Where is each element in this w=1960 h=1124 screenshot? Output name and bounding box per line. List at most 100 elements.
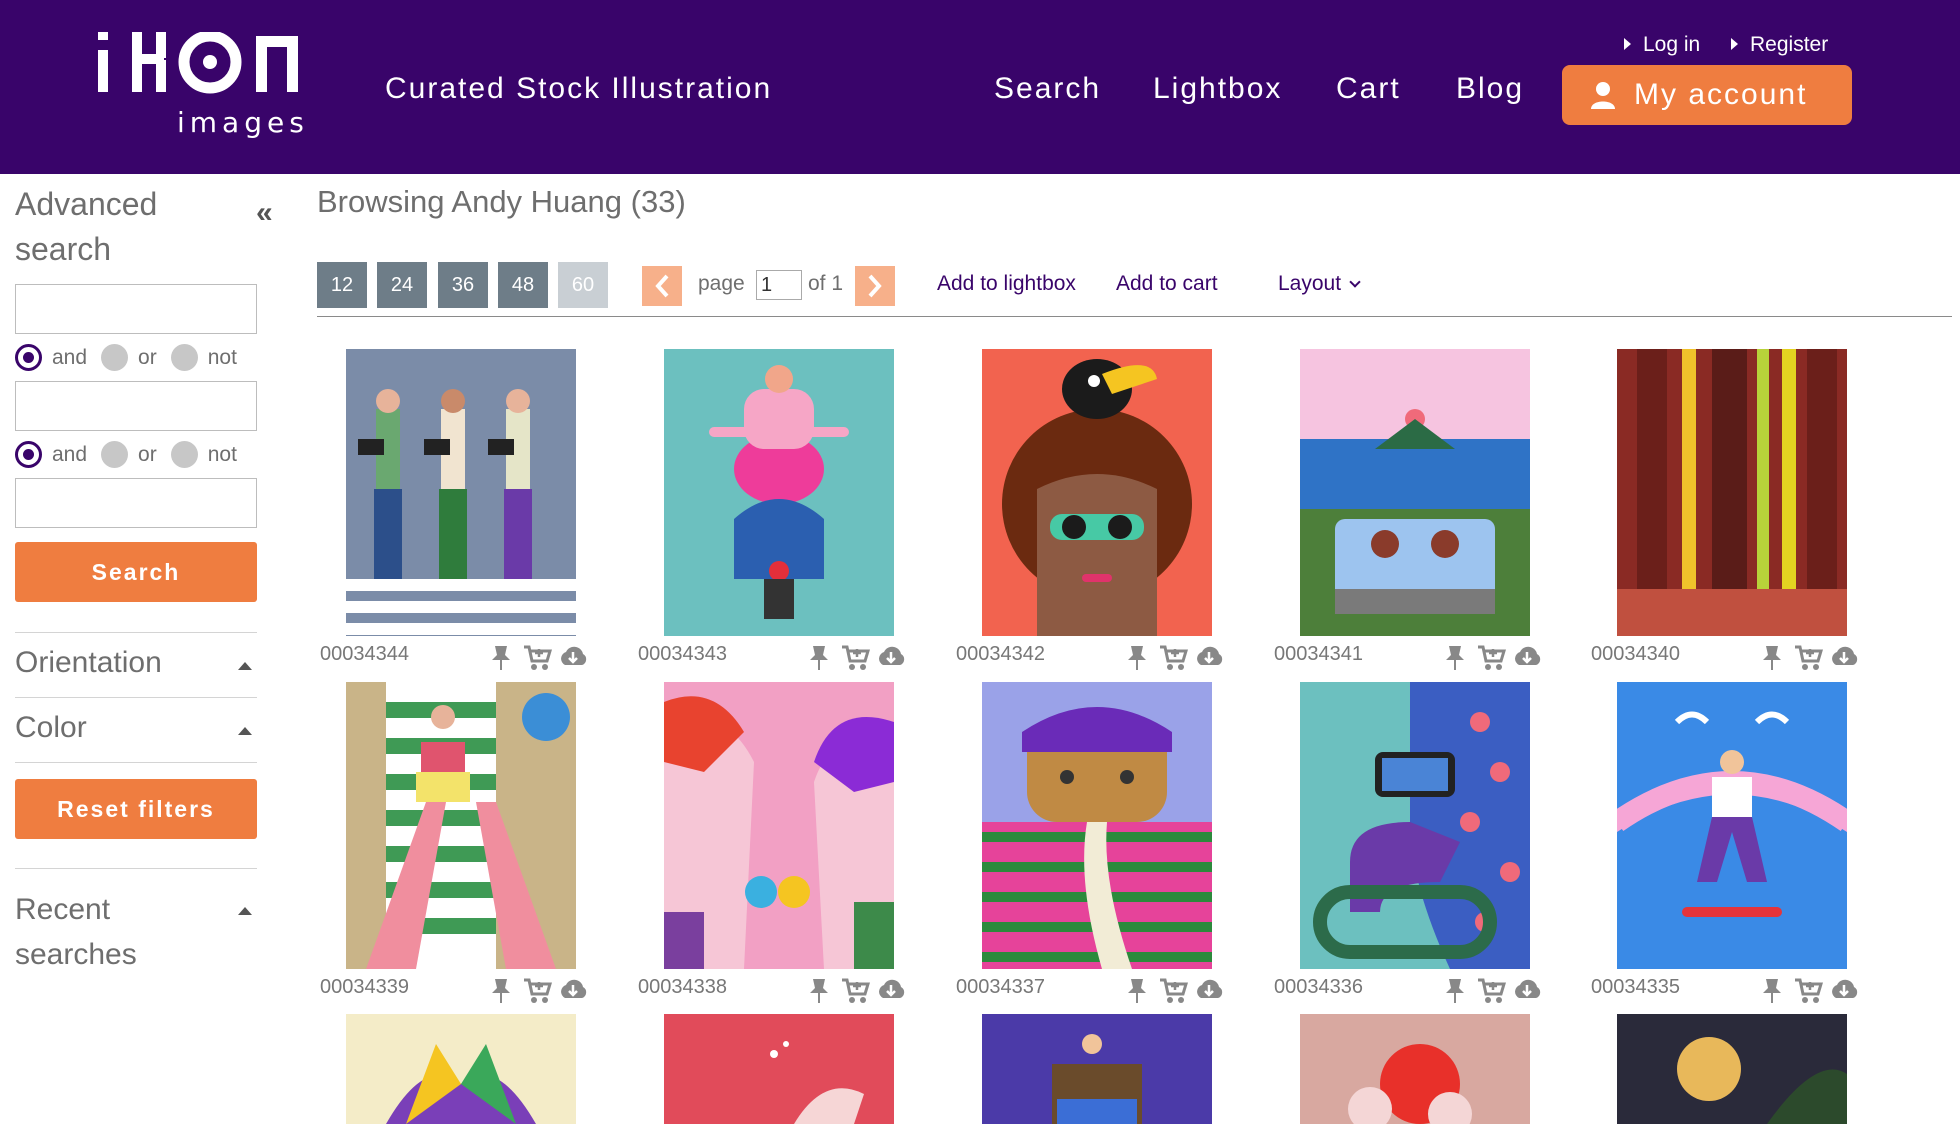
next-page-button[interactable] bbox=[855, 266, 895, 306]
download-icon[interactable] bbox=[876, 643, 906, 671]
radio-or-2[interactable] bbox=[101, 441, 129, 468]
image-id: 00034336 bbox=[1274, 976, 1363, 998]
per-page-36[interactable]: 36 bbox=[438, 262, 488, 308]
cart-icon[interactable] bbox=[1793, 643, 1823, 671]
chevron-up-icon[interactable] bbox=[238, 727, 252, 735]
my-account-button[interactable]: My account bbox=[1562, 65, 1852, 125]
download-icon[interactable] bbox=[1829, 976, 1859, 1004]
illustration-thumbnail[interactable] bbox=[982, 349, 1212, 636]
cart-icon[interactable] bbox=[1476, 643, 1506, 671]
chevron-right-icon bbox=[868, 274, 882, 298]
cart-icon[interactable] bbox=[1158, 643, 1188, 671]
chevron-up-icon[interactable] bbox=[238, 907, 252, 915]
pin-icon[interactable] bbox=[1440, 643, 1470, 671]
download-icon[interactable] bbox=[1194, 976, 1224, 1004]
download-icon[interactable] bbox=[1194, 643, 1224, 671]
radio-and-1[interactable] bbox=[15, 344, 42, 371]
image-meta: 00034342 bbox=[956, 643, 1282, 673]
radio-not-2[interactable] bbox=[170, 441, 198, 468]
illustration-thumbnail[interactable] bbox=[1300, 682, 1530, 969]
pin-icon[interactable] bbox=[804, 976, 834, 1004]
pin-icon[interactable] bbox=[486, 976, 516, 1004]
image-id: 00034340 bbox=[1591, 643, 1680, 665]
orientation-filter[interactable]: Orientation bbox=[15, 646, 162, 680]
pin-icon[interactable] bbox=[1757, 976, 1787, 1004]
pin-icon[interactable] bbox=[1122, 976, 1152, 1004]
divider bbox=[15, 762, 257, 763]
add-to-cart-link[interactable]: Add to cart bbox=[1116, 272, 1218, 296]
per-page-24[interactable]: 24 bbox=[377, 262, 427, 308]
illustration-thumbnail[interactable] bbox=[1617, 349, 1847, 636]
radio-not-1[interactable] bbox=[170, 344, 198, 371]
image-id: 00034344 bbox=[320, 643, 409, 665]
add-to-lightbox-link[interactable]: Add to lightbox bbox=[937, 272, 1076, 296]
image-meta: 00034339 bbox=[320, 976, 646, 1006]
per-page-48[interactable]: 48 bbox=[498, 262, 548, 308]
nav-blog[interactable]: Blog bbox=[1456, 72, 1524, 106]
download-icon[interactable] bbox=[876, 976, 906, 1004]
register-link[interactable]: Register bbox=[1731, 33, 1828, 57]
illustration-thumbnail[interactable] bbox=[664, 1014, 894, 1124]
per-page-12[interactable]: 12 bbox=[317, 262, 367, 308]
nav-cart[interactable]: Cart bbox=[1336, 72, 1401, 106]
cart-icon[interactable] bbox=[840, 643, 870, 671]
image-id: 00034335 bbox=[1591, 976, 1680, 998]
per-page-60[interactable]: 60 bbox=[558, 262, 608, 308]
color-filter[interactable]: Color bbox=[15, 711, 87, 745]
download-icon[interactable] bbox=[558, 643, 588, 671]
recent-searches-section[interactable]: Recent searches bbox=[15, 887, 195, 977]
reset-filters-button[interactable]: Reset filters bbox=[15, 779, 257, 839]
nav-search[interactable]: Search bbox=[994, 72, 1101, 106]
image-meta: 00034338 bbox=[638, 976, 964, 1006]
download-icon[interactable] bbox=[1512, 643, 1542, 671]
search-term-input-2[interactable] bbox=[15, 381, 257, 431]
sidebar-search-button[interactable]: Search bbox=[15, 542, 257, 602]
illustration-thumbnail[interactable] bbox=[1617, 1014, 1847, 1124]
download-icon[interactable] bbox=[558, 976, 588, 1004]
download-icon[interactable] bbox=[1829, 643, 1859, 671]
pin-icon[interactable] bbox=[804, 643, 834, 671]
ikon-images-logo[interactable]: images bbox=[92, 32, 332, 142]
illustration-thumbnail[interactable] bbox=[346, 682, 576, 969]
illustration-thumbnail[interactable] bbox=[664, 349, 894, 636]
illustration-thumbnail[interactable] bbox=[982, 1014, 1212, 1124]
cart-icon[interactable] bbox=[1793, 976, 1823, 1004]
illustration-thumbnail[interactable] bbox=[1617, 682, 1847, 969]
nav-lightbox[interactable]: Lightbox bbox=[1153, 72, 1282, 106]
bool-operator-row-2: and or not bbox=[15, 441, 251, 468]
logo-sub-text: images bbox=[177, 106, 309, 139]
page-number-input[interactable]: 1 bbox=[756, 270, 802, 300]
download-icon[interactable] bbox=[1512, 976, 1542, 1004]
search-term-input-3[interactable] bbox=[15, 478, 257, 528]
illustration-thumbnail[interactable] bbox=[346, 1014, 576, 1124]
image-id: 00034337 bbox=[956, 976, 1045, 998]
cart-icon[interactable] bbox=[522, 976, 552, 1004]
chevron-up-icon[interactable] bbox=[238, 662, 252, 670]
cart-icon[interactable] bbox=[522, 643, 552, 671]
illustration-thumbnail[interactable] bbox=[1300, 349, 1530, 636]
radio-or-1[interactable] bbox=[101, 344, 129, 371]
cart-icon[interactable] bbox=[840, 976, 870, 1004]
radio-and-2[interactable] bbox=[15, 441, 42, 468]
login-link[interactable]: Log in bbox=[1624, 33, 1700, 57]
pin-icon[interactable] bbox=[1757, 643, 1787, 671]
cart-icon[interactable] bbox=[1476, 976, 1506, 1004]
illustration-thumbnail[interactable] bbox=[1300, 1014, 1530, 1124]
image-meta: 00034344 bbox=[320, 643, 646, 673]
layout-dropdown[interactable]: Layout bbox=[1278, 272, 1361, 296]
my-account-label: My account bbox=[1634, 78, 1808, 111]
pin-icon[interactable] bbox=[1440, 976, 1470, 1004]
cart-icon[interactable] bbox=[1158, 976, 1188, 1004]
illustration-thumbnail[interactable] bbox=[982, 682, 1212, 969]
collapse-sidebar-icon[interactable]: « bbox=[256, 196, 273, 230]
triangle-right-icon bbox=[1731, 38, 1738, 50]
pin-icon[interactable] bbox=[486, 643, 516, 671]
illustration-thumbnail[interactable] bbox=[346, 349, 576, 636]
image-id: 00034341 bbox=[1274, 643, 1363, 665]
pin-icon[interactable] bbox=[1122, 643, 1152, 671]
illustration-thumbnail[interactable] bbox=[664, 682, 894, 969]
image-meta: 00034341 bbox=[1274, 643, 1600, 673]
prev-page-button[interactable] bbox=[642, 266, 682, 306]
search-term-input-1[interactable] bbox=[15, 284, 257, 334]
chevron-down-icon bbox=[1349, 276, 1361, 288]
